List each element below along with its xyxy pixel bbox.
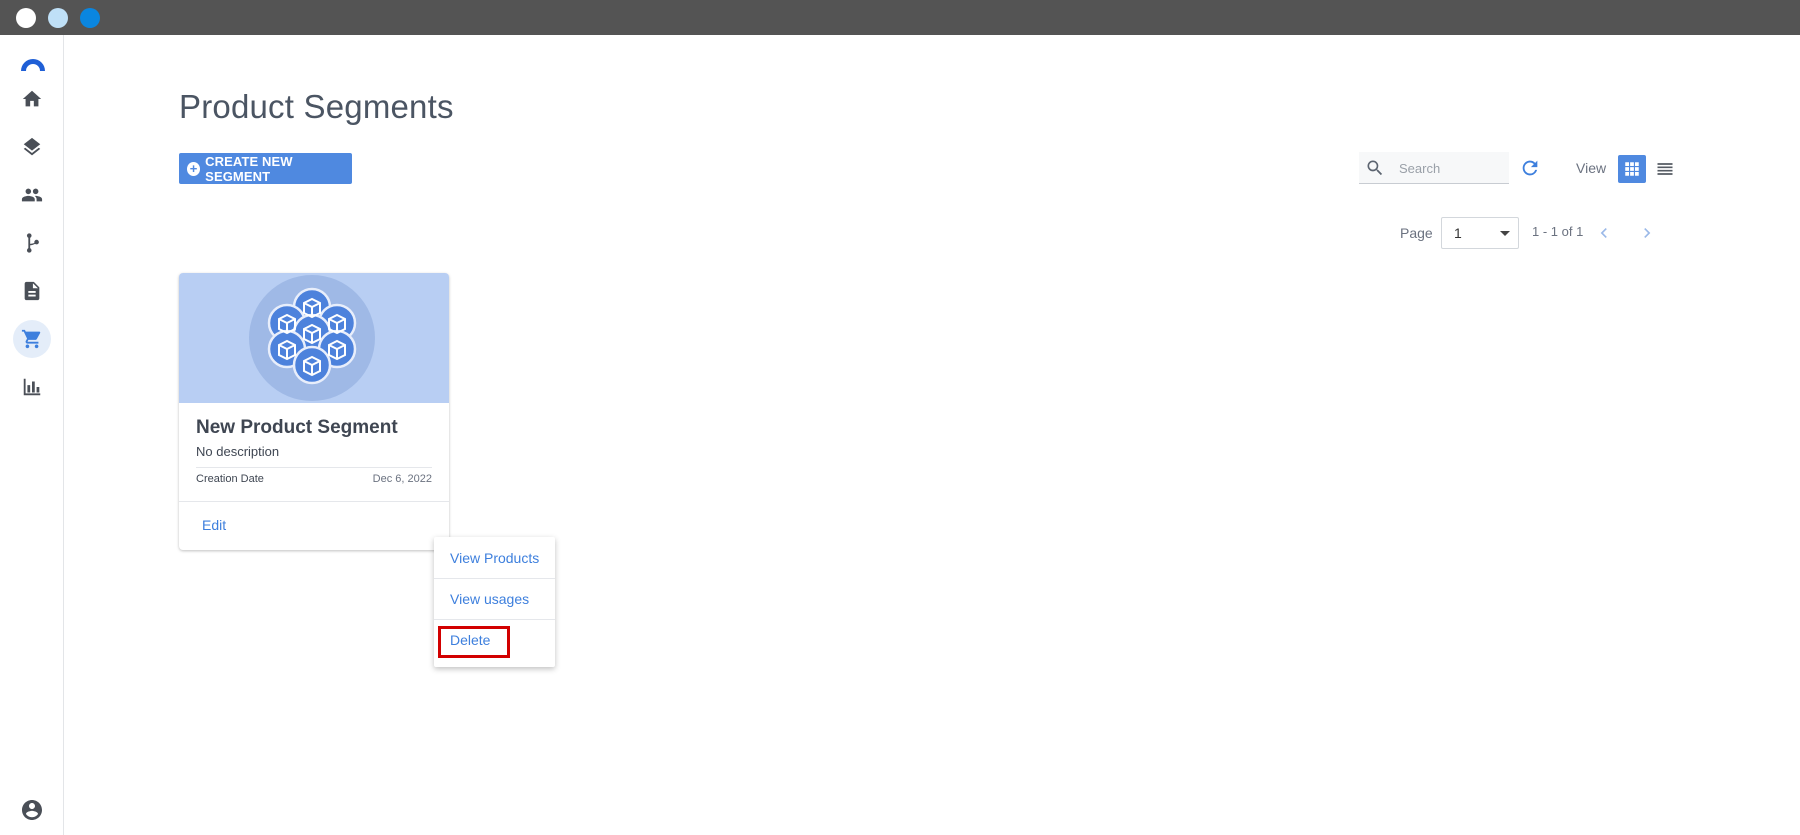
sidebar-item-layers[interactable] (13, 128, 51, 166)
add-circle-icon: + (187, 161, 201, 176)
caret-down-icon (1500, 231, 1510, 236)
flow-icon (26, 233, 39, 253)
main-content: Product Segments + CREATE NEW SEGMENT Vi… (64, 35, 1800, 835)
search-input[interactable] (1399, 158, 1504, 178)
sidebar-item-flow[interactable] (13, 224, 51, 262)
page-title: Product Segments (179, 88, 454, 125)
people-icon (21, 188, 43, 202)
home-icon (22, 90, 42, 107)
cart-icon (21, 329, 41, 349)
next-page-button[interactable] (1635, 217, 1659, 249)
card-description: No description (196, 444, 280, 459)
view-label: View (1576, 160, 1607, 176)
card-date-label: Creation Date (196, 473, 264, 485)
sidebar (0, 35, 64, 835)
app-logo-icon[interactable] (18, 55, 48, 73)
sidebar-item-people[interactable] (13, 176, 51, 214)
chevron-right-icon (1644, 228, 1651, 238)
account-circle-icon (22, 800, 42, 820)
refresh-icon (1522, 160, 1538, 176)
previous-page-button[interactable] (1592, 217, 1616, 249)
list-view-icon (1657, 163, 1673, 175)
chevron-left-icon (1600, 228, 1607, 238)
page-range: 1 - 1 of 1 (1532, 224, 1584, 239)
page-label: Page (1400, 225, 1433, 241)
window-close-button[interactable] (16, 8, 36, 28)
search-box (1359, 152, 1509, 184)
card-banner (179, 273, 449, 403)
layers-icon (23, 137, 41, 156)
card-context-menu: View Products View usages Delete (434, 537, 555, 667)
menu-item-view-products[interactable]: View Products (434, 537, 555, 578)
create-new-segment-label: CREATE NEW SEGMENT (205, 153, 293, 184)
page-select[interactable]: 1 (1441, 217, 1519, 249)
card-date-value: Dec 6, 2022 (372, 473, 432, 485)
window-titlebar (0, 0, 1800, 35)
segment-card[interactable]: New Product Segment No description Creat… (179, 273, 449, 550)
grid-view-icon (1625, 162, 1639, 176)
bar-chart-icon (23, 378, 41, 396)
sidebar-item-account[interactable] (20, 798, 44, 822)
sidebar-item-cart[interactable] (13, 320, 51, 358)
grid-view-button[interactable] (1618, 155, 1646, 183)
card-edit-link[interactable]: Edit (202, 517, 226, 533)
delete-highlight-box (438, 626, 510, 658)
sidebar-item-document[interactable] (13, 272, 51, 310)
document-icon (24, 281, 40, 301)
refresh-button[interactable] (1519, 157, 1541, 179)
card-title: New Product Segment (196, 417, 398, 438)
sidebar-item-chart[interactable] (13, 368, 51, 406)
product-segment-emblem-icon (249, 275, 375, 401)
sidebar-item-home[interactable] (13, 80, 51, 118)
window-maximize-button[interactable] (80, 8, 100, 28)
page-select-value: 1 (1454, 225, 1462, 241)
create-new-segment-button[interactable]: + CREATE NEW SEGMENT (179, 153, 352, 184)
window-minimize-button[interactable] (48, 8, 68, 28)
card-divider (196, 467, 432, 468)
card-footer-divider (179, 501, 449, 502)
search-icon (1365, 158, 1385, 178)
list-view-button[interactable] (1651, 155, 1679, 183)
menu-item-view-usages[interactable]: View usages (434, 578, 555, 619)
